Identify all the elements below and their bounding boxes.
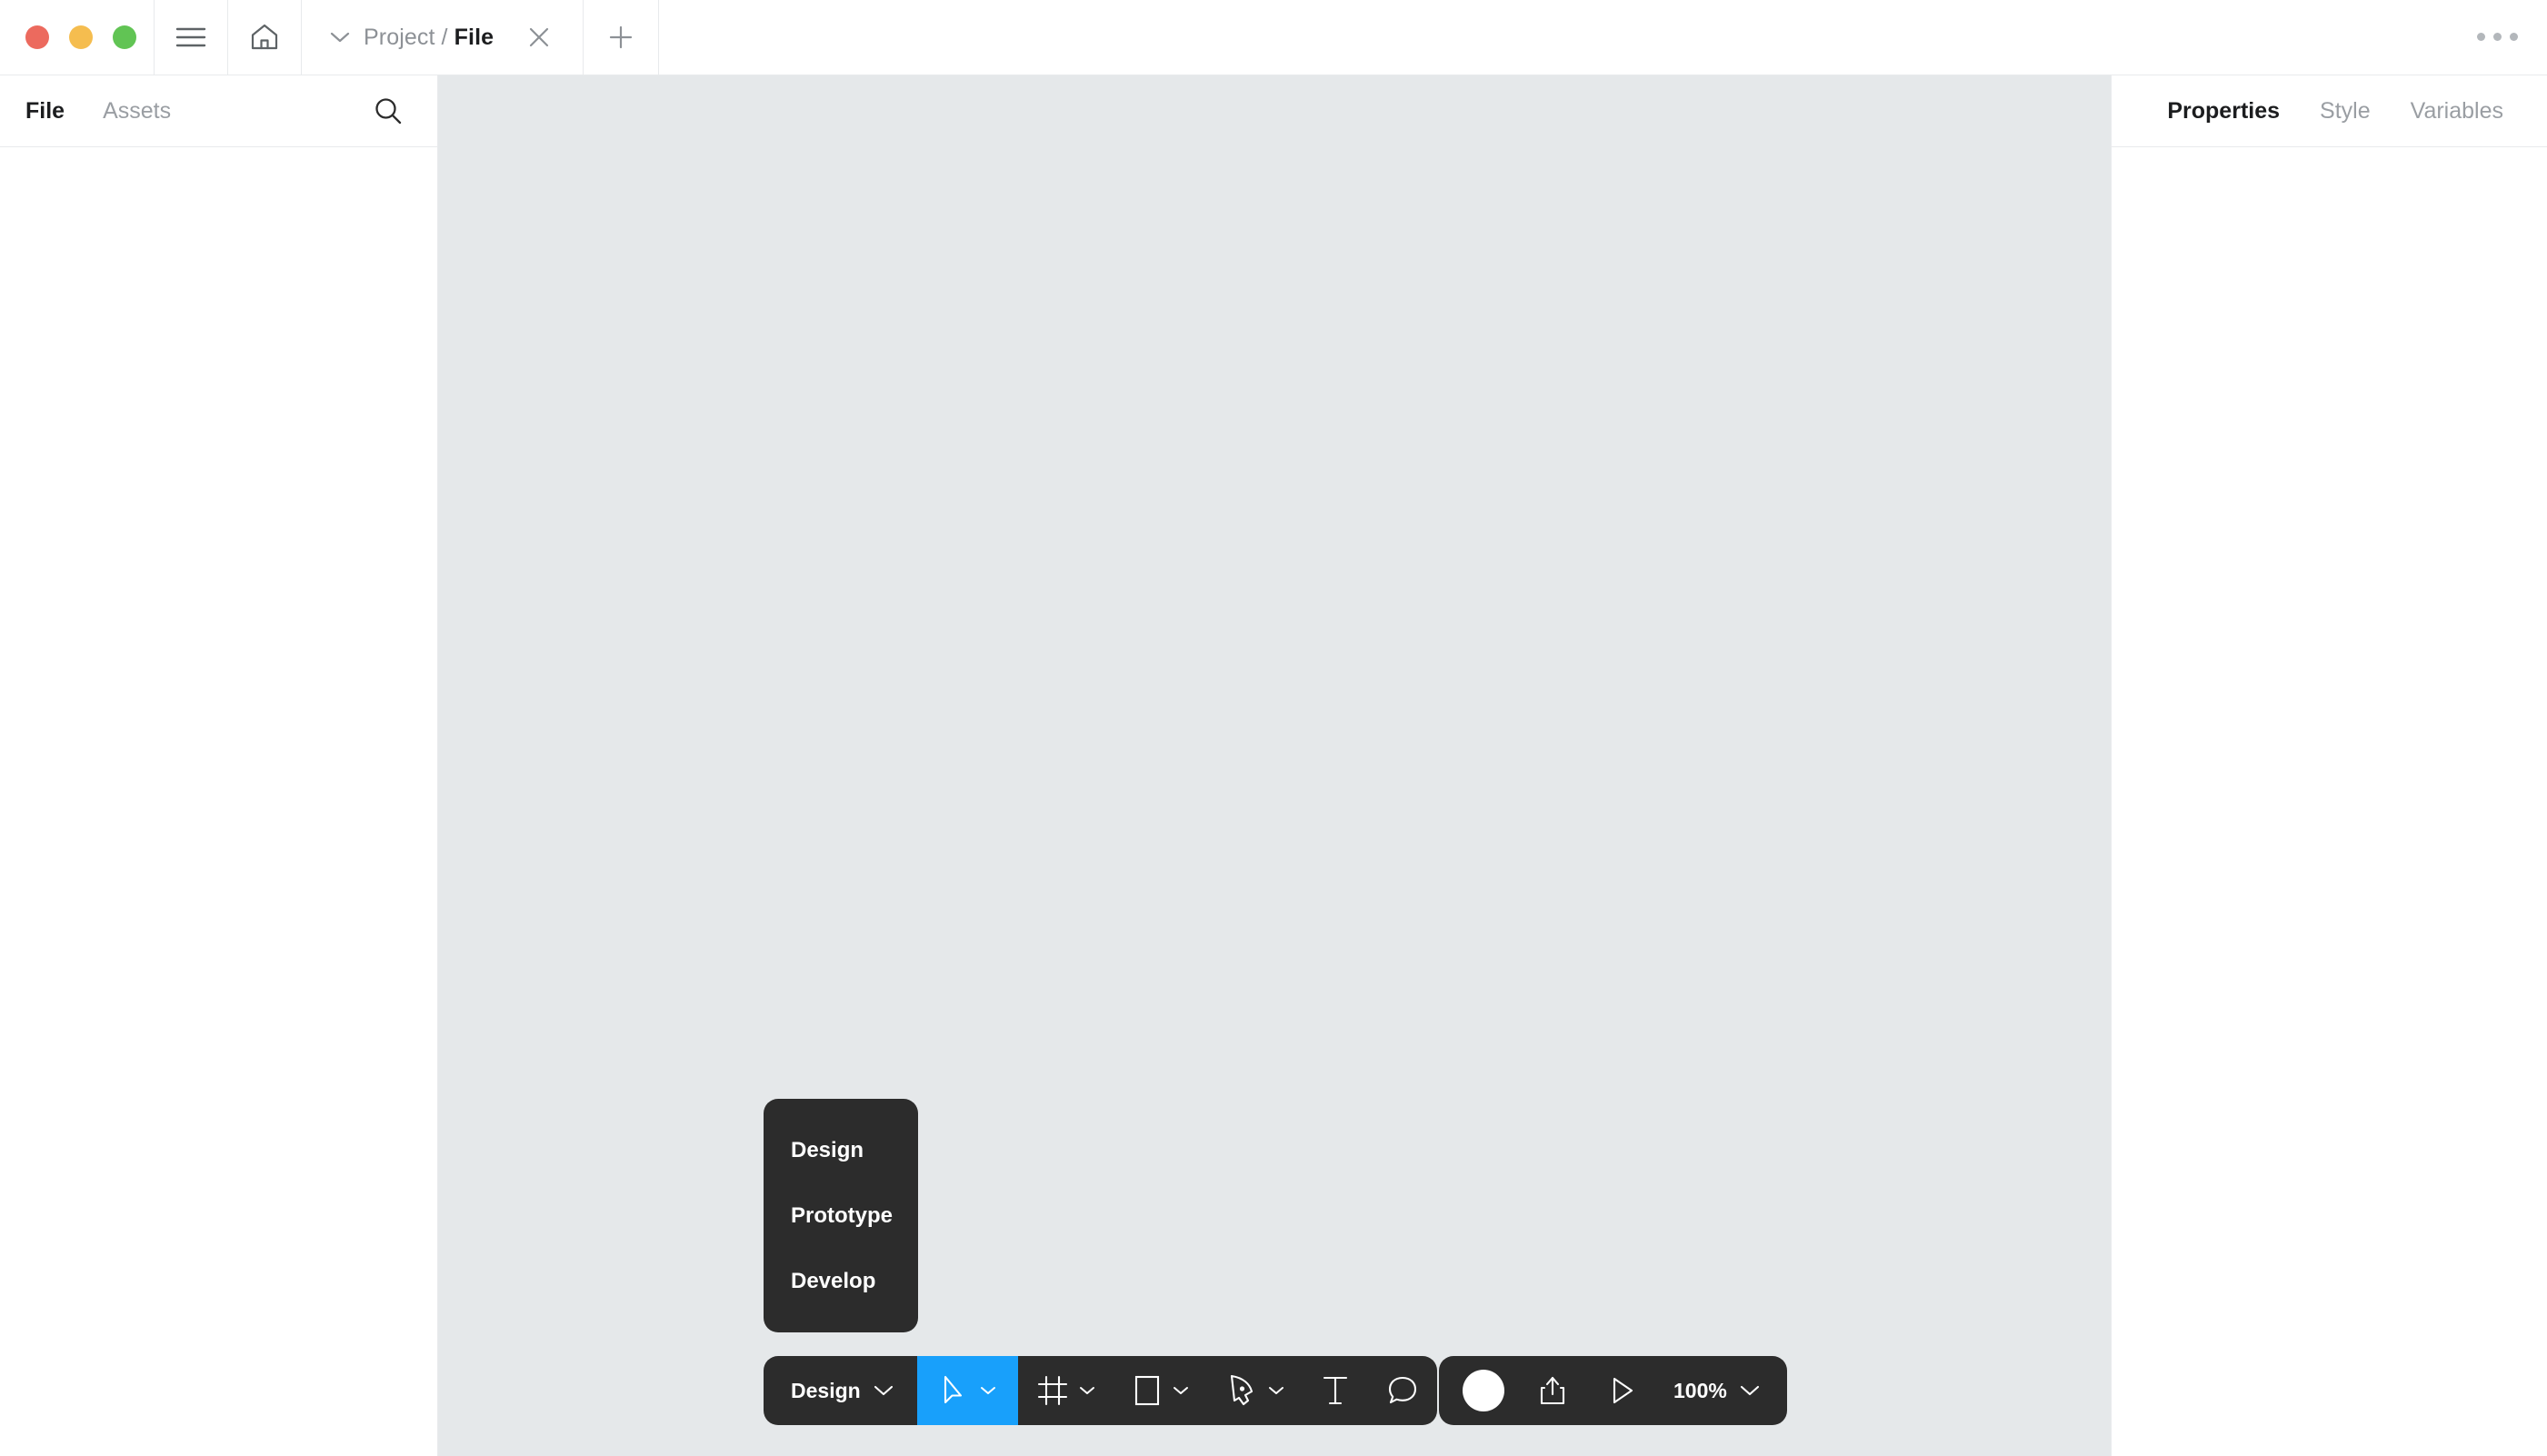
design-canvas[interactable]: [438, 75, 2111, 1456]
comment-tool-button[interactable]: [1368, 1356, 1437, 1425]
close-tab-button[interactable]: [519, 17, 559, 57]
traffic-lights: [0, 0, 155, 75]
layers-list[interactable]: [0, 147, 437, 1456]
move-tool-button[interactable]: [916, 1356, 1018, 1425]
mode-dropdown-menu[interactable]: Design Prototype Develop: [764, 1099, 918, 1332]
home-button[interactable]: [228, 0, 302, 75]
file-tab[interactable]: Project / File: [302, 0, 584, 75]
main-menu-button[interactable]: [155, 0, 228, 75]
tab-project-label: Project /: [364, 24, 448, 50]
tab-file-label: File: [454, 24, 494, 50]
left-sidebar: File Assets: [0, 75, 438, 1456]
chevron-down-icon[interactable]: [1079, 1385, 1095, 1396]
tab-file[interactable]: File: [25, 98, 65, 125]
pen-tool-button[interactable]: [1207, 1356, 1303, 1425]
properties-content: [2112, 147, 2547, 1456]
tab-assets[interactable]: Assets: [103, 98, 171, 125]
left-sidebar-tabs: File Assets: [0, 75, 437, 147]
search-button[interactable]: [368, 91, 408, 131]
tab-variables[interactable]: Variables: [2411, 98, 2503, 125]
pen-icon: [1225, 1373, 1258, 1408]
view-toolbar: 100%: [1439, 1356, 1787, 1425]
title-bar: Project / File: [0, 0, 2547, 75]
play-present-icon: [1607, 1374, 1636, 1407]
hamburger-menu-icon: [175, 25, 206, 49]
zoom-level-label: 100%: [1673, 1378, 1727, 1402]
chevron-down-icon[interactable]: [329, 30, 351, 45]
main-toolbar: Design: [764, 1356, 1437, 1425]
cursor-arrow-icon: [939, 1373, 970, 1408]
chevron-down-icon[interactable]: [980, 1385, 996, 1396]
text-icon: [1321, 1374, 1350, 1407]
present-button[interactable]: [1601, 1370, 1643, 1411]
share-button[interactable]: [1532, 1370, 1573, 1411]
chevron-down-icon: [874, 1384, 894, 1397]
chevron-down-icon: [1740, 1384, 1760, 1397]
right-sidebar-tabs: Properties Style Variables: [2112, 75, 2547, 147]
menu-item-develop[interactable]: Develop: [791, 1249, 891, 1314]
mode-switcher-label: Design: [791, 1378, 861, 1402]
menu-item-design[interactable]: Design: [791, 1118, 891, 1183]
zoom-level-button[interactable]: 100%: [1670, 1379, 1763, 1403]
close-icon: [527, 25, 551, 49]
app-body: File Assets Properties Style Variables: [0, 75, 2547, 1456]
new-tab-button[interactable]: [584, 0, 660, 75]
tab-title: Project / File: [364, 25, 494, 51]
frame-tool-button[interactable]: [1018, 1356, 1114, 1425]
chevron-down-icon[interactable]: [1173, 1385, 1189, 1396]
menu-item-prototype[interactable]: Prototype: [791, 1183, 893, 1249]
chevron-down-icon[interactable]: [1268, 1385, 1284, 1396]
home-icon: [249, 22, 280, 53]
comment-bubble-icon: [1386, 1374, 1419, 1407]
right-sidebar: Properties Style Variables: [2111, 75, 2547, 1456]
share-export-icon: [1537, 1374, 1568, 1407]
mode-switcher-button[interactable]: Design: [764, 1356, 917, 1425]
close-window-button[interactable]: [25, 25, 49, 49]
title-bar-spacer: [659, 0, 2447, 75]
avatar[interactable]: [1463, 1370, 1504, 1411]
tab-style[interactable]: Style: [2320, 98, 2371, 125]
shape-tool-button[interactable]: [1114, 1356, 1207, 1425]
minimize-window-button[interactable]: [69, 25, 93, 49]
tab-properties[interactable]: Properties: [2167, 98, 2280, 125]
frame-icon: [1036, 1374, 1069, 1407]
square-icon: [1132, 1374, 1163, 1407]
more-options-button[interactable]: [2447, 0, 2547, 75]
plus-icon: [607, 24, 634, 51]
maximize-window-button[interactable]: [113, 25, 136, 49]
text-tool-button[interactable]: [1303, 1356, 1368, 1425]
app-window: Project / File File Assets Properties St…: [0, 0, 2547, 1456]
search-icon: [373, 95, 404, 126]
more-options-icon: [2476, 32, 2518, 41]
